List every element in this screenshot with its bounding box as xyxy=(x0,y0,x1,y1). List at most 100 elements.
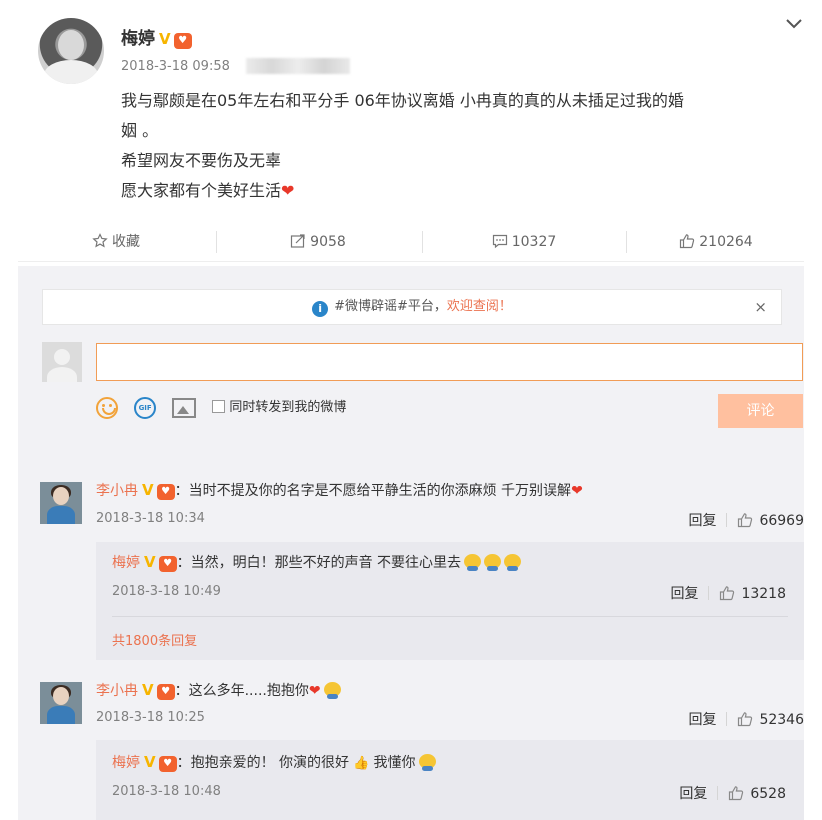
reply-body-2: 我懂你 xyxy=(373,755,416,771)
verified-icon: V xyxy=(142,681,154,699)
hug-emoji-icon xyxy=(484,554,502,571)
post-line: 愿大家都有个美好生活❤ xyxy=(121,176,801,206)
reply-body: ：抱抱亲爱的！ 你演的很好 xyxy=(176,755,350,771)
more-replies-link[interactable]: 共1800条回复 xyxy=(112,630,197,649)
verified-icon: V xyxy=(159,30,171,48)
repost-count: 9058 xyxy=(310,234,346,250)
avatar-body xyxy=(47,506,75,524)
commenter-name[interactable]: 李小冉 xyxy=(96,483,138,499)
gif-icon[interactable]: GIF xyxy=(134,397,157,419)
chevron-down-icon[interactable] xyxy=(784,14,804,34)
repost-button[interactable]: 9058 xyxy=(218,222,418,262)
like-button[interactable]: 210264 xyxy=(628,222,804,262)
fan-badge-icon: ♥ xyxy=(156,484,175,500)
thumbs-up-icon xyxy=(738,513,753,528)
thumbs-up-icon xyxy=(738,712,753,727)
comment-like-count: 52346 xyxy=(759,712,804,728)
thumbs-up-icon xyxy=(720,586,735,601)
reply-button[interactable]: 回复 xyxy=(688,712,716,728)
reply-like-button[interactable]: 6528 xyxy=(728,786,786,802)
avatar-head xyxy=(54,349,70,365)
author-name-text[interactable]: 梅婷 xyxy=(121,29,155,49)
heart-icon: ❤ xyxy=(308,683,321,699)
heart-icon: ❤ xyxy=(571,483,583,499)
avatar-face xyxy=(58,30,84,60)
post-line: 姻 。 xyxy=(121,121,159,140)
reply-body: ：当然，明白！那些不好的声音 不要往心里去 xyxy=(176,555,462,571)
post-timestamp: 2018-3-18 09:58 xyxy=(121,59,230,74)
verified-icon: V xyxy=(144,553,156,571)
sub-reply-box: 梅婷 V ♥ ：当然，明白！那些不好的声音 不要往心里去 2018-3-18 10:4… xyxy=(96,542,804,660)
sub-reply-box: 梅婷 V ♥ ：抱抱亲爱的！ 你演的很好 👍 我懂你 2018-3-18 10:48 … xyxy=(96,740,804,820)
post-line-text: 愿大家都有个美好生活 xyxy=(121,181,282,200)
star-icon xyxy=(92,233,108,248)
divider xyxy=(626,231,627,253)
reply-button[interactable]: 回复 xyxy=(688,513,716,529)
hug-emoji-icon xyxy=(504,554,522,571)
comment-input[interactable] xyxy=(96,343,803,381)
reply-button[interactable]: 回复 xyxy=(670,586,698,602)
notice-text: #微博辟谣#平台， xyxy=(334,299,447,314)
repost-checkbox[interactable] xyxy=(212,400,226,413)
fan-badge-icon: ♥ xyxy=(158,756,177,772)
author-avatar[interactable] xyxy=(38,18,104,84)
divider xyxy=(726,712,728,726)
fan-badge-icon: ♥ xyxy=(158,556,177,572)
repost-option[interactable]: 同时转发到我的微博 xyxy=(212,396,346,420)
divider xyxy=(708,586,710,600)
reply-actions: 回复 13218 xyxy=(670,583,786,603)
post-text: 我与鄢颇是在05年左右和平分手 06年协议离婚 小冉真的真的从未插足过我的婚 姻… xyxy=(121,86,801,206)
comment-actions: 回复 66969 xyxy=(688,510,804,530)
info-icon: i xyxy=(312,301,329,317)
commenter-avatar[interactable] xyxy=(40,682,82,724)
reply-text: 梅婷 V ♥ ：当然，明白！那些不好的声音 不要往心里去 xyxy=(112,552,522,572)
reply-like-button[interactable]: 13218 xyxy=(719,586,786,602)
image-icon[interactable] xyxy=(172,398,197,418)
post-line: 我与鄢颇是在05年左右和平分手 06年协议离婚 小冉真的真的从未插足过我的婚 xyxy=(121,91,684,110)
heart-icon: ❤ xyxy=(281,181,295,200)
fan-badge-icon: ♥ xyxy=(156,684,175,700)
reply-actions: 回复 6528 xyxy=(679,783,786,803)
comment-timestamp: 2018-3-18 10:34 xyxy=(96,511,205,526)
commenter-avatar[interactable] xyxy=(40,482,82,524)
thumbs-up-icon xyxy=(729,786,744,801)
post-action-bar: 收藏 9058 10327 210264 xyxy=(18,222,804,262)
commenter-name[interactable]: 李小冉 xyxy=(96,683,138,699)
comment-text: 李小冉 V ♥ ：当时不提及你的名字是不愿给平静生活的你添麻烦 千万别误解❤ xyxy=(96,480,583,500)
divider xyxy=(422,231,423,253)
emoji-icon[interactable] xyxy=(96,397,118,419)
comment-like-button[interactable]: 52346 xyxy=(737,712,804,728)
thumbs-up-emoji-icon: 👍 xyxy=(349,756,374,771)
divider xyxy=(216,231,217,253)
thumbs-up-icon xyxy=(680,234,695,249)
reply-like-count: 6528 xyxy=(750,786,786,802)
verified-icon: V xyxy=(142,481,154,499)
replier-name[interactable]: 梅婷 xyxy=(112,755,140,771)
hug-emoji-icon xyxy=(323,682,341,699)
rumor-notice-bar: i #微博辟谣#平台，欢迎查阅！ × xyxy=(42,289,782,325)
reply-button[interactable]: 回复 xyxy=(679,786,707,802)
comment-timestamp: 2018-3-18 10:25 xyxy=(96,710,205,725)
comment-toolbar: GIF 同时转发到我的微博 xyxy=(96,396,358,420)
avatar-face xyxy=(53,487,69,505)
divider xyxy=(112,616,788,617)
hug-emoji-icon xyxy=(418,754,436,771)
favorite-button[interactable]: 收藏 xyxy=(18,222,214,262)
notice-link[interactable]: 欢迎查阅！ xyxy=(447,299,512,314)
author-name[interactable]: 梅婷 V ♥ xyxy=(121,24,192,49)
comment-body: ：这么多年.....抱抱你 xyxy=(174,683,309,699)
comment-panel: i #微博辟谣#平台，欢迎查阅！ × GIF 同时转发到我的微博 评论 李小冉 V ♥… xyxy=(18,266,804,820)
comment-button[interactable]: 10327 xyxy=(424,222,624,262)
verified-icon: V xyxy=(144,753,156,771)
comment-like-button[interactable]: 66969 xyxy=(737,513,804,529)
comment-count: 10327 xyxy=(511,234,557,250)
favorite-label: 收藏 xyxy=(112,234,140,250)
submit-comment-button[interactable]: 评论 xyxy=(718,394,803,428)
comment-icon xyxy=(492,234,507,249)
like-count: 210264 xyxy=(699,234,753,250)
replier-name[interactable]: 梅婷 xyxy=(112,555,140,571)
reply-timestamp: 2018-3-18 10:48 xyxy=(112,784,221,799)
avatar-body xyxy=(44,60,98,84)
close-icon[interactable]: × xyxy=(754,290,767,324)
fan-badge-icon: ♥ xyxy=(173,33,192,49)
